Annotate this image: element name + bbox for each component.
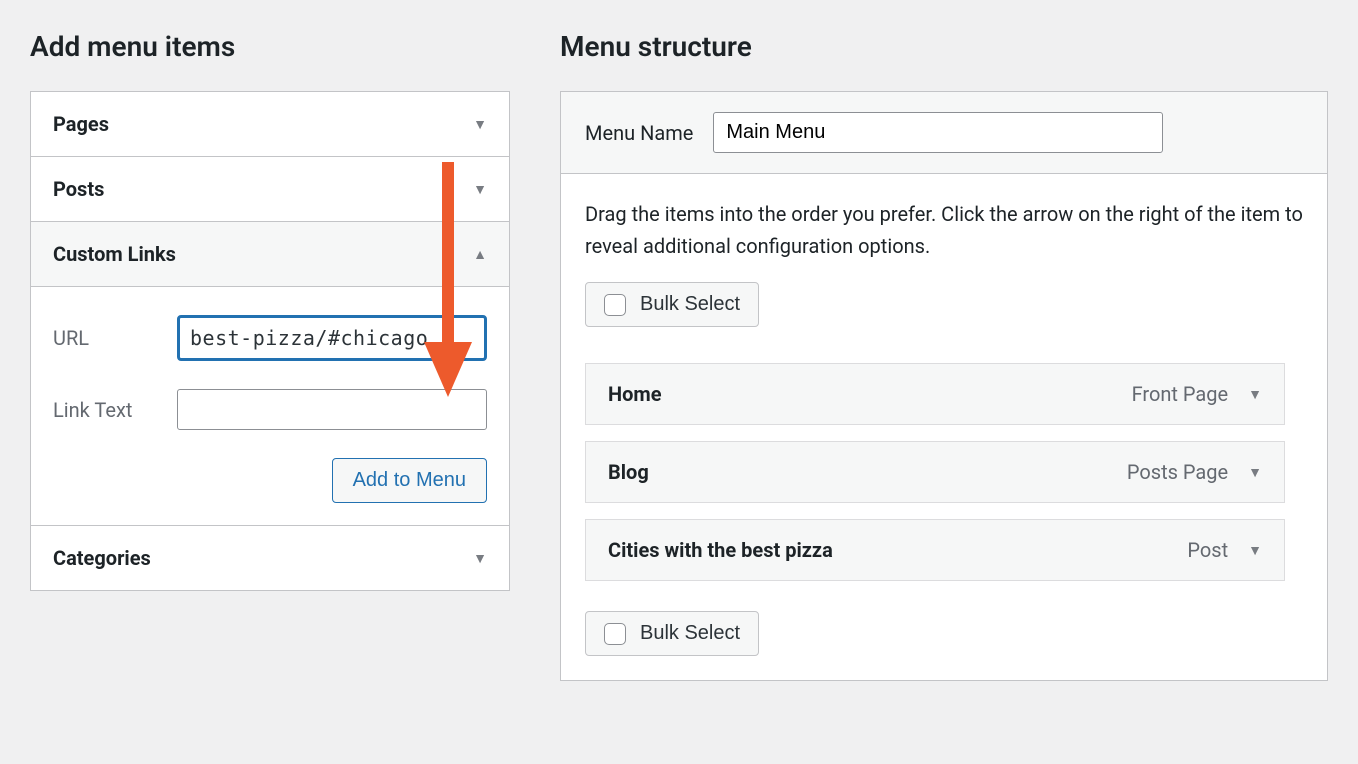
menu-item[interactable]: Blog Posts Page ▼ (585, 441, 1285, 503)
accordion-label: Categories (53, 546, 151, 570)
menu-name-label: Menu Name (585, 121, 693, 145)
accordion-custom-links[interactable]: Custom Links ▲ (31, 222, 509, 286)
accordion-label: Pages (53, 112, 109, 136)
menu-item-type: Front Page (1132, 382, 1229, 406)
menu-item[interactable]: Home Front Page ▼ (585, 363, 1285, 425)
bulk-select-label: Bulk Select (640, 293, 740, 316)
add-menu-items-heading: Add menu items (30, 30, 510, 63)
instructions-text: Drag the items into the order you prefer… (585, 198, 1303, 262)
add-to-menu-button[interactable]: Add to Menu (332, 458, 487, 503)
menu-structure-column: Menu structure Menu Name Drag the items … (560, 30, 1328, 681)
menu-item[interactable]: Cities with the best pizza Post ▼ (585, 519, 1285, 581)
caret-down-icon: ▼ (473, 550, 487, 567)
url-input[interactable] (177, 315, 487, 361)
link-text-input[interactable] (177, 389, 487, 430)
checkbox-icon (604, 294, 626, 316)
accordion-posts[interactable]: Posts ▼ (31, 157, 509, 221)
menu-item-type: Post (1187, 538, 1228, 562)
bulk-select-label: Bulk Select (640, 622, 740, 645)
caret-down-icon: ▼ (1248, 464, 1262, 481)
menu-structure-panel: Menu Name Drag the items into the order … (560, 91, 1328, 681)
menu-sources-accordion: Pages ▼ Posts ▼ Custom Links ▲ URL (30, 91, 510, 591)
menu-structure-heading: Menu structure (560, 30, 1328, 63)
url-label: URL (53, 326, 177, 350)
menu-items-list: Home Front Page ▼ Blog Posts Page ▼ (585, 363, 1303, 581)
menu-item-label: Cities with the best pizza (608, 538, 833, 562)
custom-links-panel: URL Link Text Add to Menu (31, 286, 509, 525)
add-menu-items-column: Add menu items Pages ▼ Posts ▼ Custom Li… (30, 30, 510, 681)
accordion-categories[interactable]: Categories ▼ (31, 526, 509, 590)
bulk-select-button-bottom[interactable]: Bulk Select (585, 611, 759, 656)
link-text-label: Link Text (53, 398, 177, 422)
menu-name-input[interactable] (713, 112, 1163, 153)
caret-down-icon: ▼ (1248, 386, 1262, 403)
caret-up-icon: ▲ (473, 246, 487, 263)
accordion-label: Posts (53, 177, 104, 201)
caret-down-icon: ▼ (1248, 542, 1262, 559)
bulk-select-button-top[interactable]: Bulk Select (585, 282, 759, 327)
menu-name-row: Menu Name (561, 92, 1327, 174)
menu-item-type: Posts Page (1127, 460, 1228, 484)
menu-item-label: Blog (608, 460, 649, 484)
accordion-pages[interactable]: Pages ▼ (31, 92, 509, 156)
menu-item-label: Home (608, 382, 662, 406)
checkbox-icon (604, 623, 626, 645)
caret-down-icon: ▼ (473, 181, 487, 198)
accordion-label: Custom Links (53, 242, 176, 266)
caret-down-icon: ▼ (473, 116, 487, 133)
